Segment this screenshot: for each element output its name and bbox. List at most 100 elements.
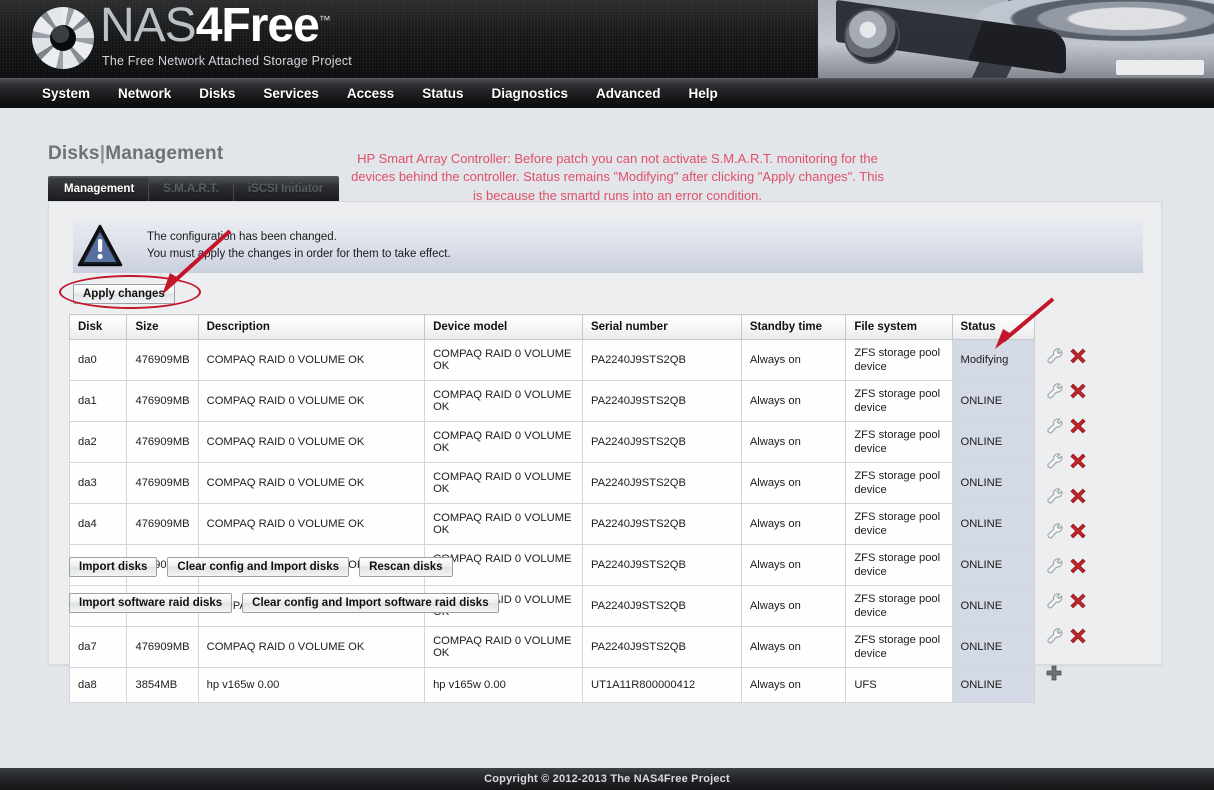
page-footer: Copyright © 2012-2013 The NAS4Free Proje… (0, 768, 1214, 790)
wrench-icon[interactable] (1045, 347, 1063, 365)
tab-iscsi-initiator[interactable]: iSCSI Initiator (234, 178, 337, 201)
red-x-icon[interactable] (1069, 522, 1087, 540)
cell-file-system: UFS (846, 668, 952, 703)
cell-standby-time: Always on (741, 668, 846, 703)
wrench-icon[interactable] (1045, 487, 1063, 505)
red-x-icon[interactable] (1069, 452, 1087, 470)
menu-item-system[interactable]: System (28, 79, 104, 109)
import-software-raid-disks-button[interactable]: Import software raid disks (69, 593, 232, 613)
col-header-description: Description (198, 315, 424, 340)
cell-serial-number: PA2240J9STS2QB (582, 545, 741, 586)
cell-standby-time: Always on (741, 586, 846, 627)
warning-triangle-glyph (77, 223, 123, 269)
red-x-icon[interactable] (1069, 487, 1087, 505)
tab-management[interactable]: Management (50, 178, 149, 201)
page-body: Disks|Management HP Smart Array Controll… (0, 108, 1214, 768)
cell-file-system: ZFS storage pool device (846, 504, 952, 545)
alert-line-2: You must apply the changes in order for … (147, 246, 451, 263)
row-action-icons (1037, 373, 1093, 408)
cell-disk: da4 (70, 504, 127, 545)
cell-standby-time: Always on (741, 340, 846, 381)
red-x-icon[interactable] (1069, 627, 1087, 645)
import-disks-button[interactable]: Import disks (69, 557, 157, 577)
menu-item-help[interactable]: Help (675, 79, 732, 109)
cell-serial-number: PA2240J9STS2QB (582, 422, 741, 463)
wrench-icon[interactable] (1045, 522, 1063, 540)
red-x-icon[interactable] (1069, 417, 1087, 435)
row-action-icons (1037, 618, 1093, 653)
wrench-icon[interactable] (1045, 452, 1063, 470)
disks-table: Disk Size Description Device model Seria… (69, 314, 1035, 703)
wrench-icon[interactable] (1045, 627, 1063, 645)
cell-file-system: ZFS storage pool device (846, 545, 952, 586)
table-row: da2476909MBCOMPAQ RAID 0 VOLUME OKCOMPAQ… (70, 422, 1035, 463)
col-header-serial-number: Serial number (582, 315, 741, 340)
disks-table-body: da0476909MBCOMPAQ RAID 0 VOLUME OKCOMPAQ… (70, 340, 1035, 703)
cell-status: ONLINE (952, 422, 1035, 463)
row-action-icons (1037, 478, 1093, 513)
nas4free-admin-page: NAS4Free™ The Free Network Attached Stor… (0, 0, 1214, 790)
hdd-label-highlight (1116, 60, 1204, 75)
cell-size: 476909MB (127, 463, 198, 504)
brand-logo[interactable]: NAS4Free™ The Free Network Attached Stor… (32, 0, 352, 78)
clear-config-import-disks-button[interactable]: Clear config and Import disks (167, 557, 349, 577)
cell-status: ONLINE (952, 627, 1035, 668)
main-menu-bar: System Network Disks Services Access Sta… (0, 78, 1214, 108)
brand-tagline: The Free Network Attached Storage Projec… (100, 55, 352, 68)
cell-serial-number: PA2240J9STS2QB (582, 340, 741, 381)
cell-disk: da1 (70, 381, 127, 422)
cell-serial-number: PA2240J9STS2QB (582, 463, 741, 504)
cell-status: ONLINE (952, 504, 1035, 545)
cell-file-system: ZFS storage pool device (846, 340, 952, 381)
cell-description: COMPAQ RAID 0 VOLUME OK (198, 381, 424, 422)
row-action-icons (1037, 408, 1093, 443)
menu-item-disks[interactable]: Disks (185, 79, 249, 109)
row-action-icons (1037, 443, 1093, 478)
import-button-row-2: Import software raid disks Clear config … (69, 593, 499, 613)
cell-serial-number: PA2240J9STS2QB (582, 504, 741, 545)
wrench-icon[interactable] (1045, 592, 1063, 610)
cell-serial-number: PA2240J9STS2QB (582, 627, 741, 668)
menu-item-network[interactable]: Network (104, 79, 185, 109)
cell-description: COMPAQ RAID 0 VOLUME OK (198, 504, 424, 545)
red-x-icon[interactable] (1069, 347, 1087, 365)
tab-bar: Management S.M.A.R.T. iSCSI Initiator (48, 176, 339, 201)
page-title-page: Management (105, 143, 223, 164)
cell-status: ONLINE (952, 586, 1035, 627)
red-x-icon[interactable] (1069, 557, 1087, 575)
nas4free-disc-logo-icon (32, 7, 94, 69)
menu-item-diagnostics[interactable]: Diagnostics (477, 79, 582, 109)
table-row: da7476909MBCOMPAQ RAID 0 VOLUME OKCOMPAQ… (70, 627, 1035, 668)
apply-changes-button[interactable]: Apply changes (73, 284, 175, 304)
menu-item-services[interactable]: Services (249, 79, 333, 109)
cell-serial-number: PA2240J9STS2QB (582, 586, 741, 627)
cell-standby-time: Always on (741, 504, 846, 545)
red-x-icon[interactable] (1069, 592, 1087, 610)
cell-file-system: ZFS storage pool device (846, 586, 952, 627)
col-header-status: Status (952, 315, 1035, 340)
cell-size: 476909MB (127, 627, 198, 668)
cell-file-system: ZFS storage pool device (846, 627, 952, 668)
config-changed-alert: The configuration has been changed. You … (73, 219, 1143, 273)
add-row-icon-wrapper (1037, 655, 1093, 690)
cell-disk: da0 (70, 340, 127, 381)
red-x-icon[interactable] (1069, 382, 1087, 400)
plus-icon[interactable] (1045, 664, 1063, 682)
cell-file-system: ZFS storage pool device (846, 463, 952, 504)
trademark-symbol: ™ (319, 13, 330, 27)
row-action-icons (1037, 583, 1093, 618)
hdd-spindle (844, 8, 900, 64)
cell-standby-time: Always on (741, 627, 846, 668)
row-action-icons (1037, 513, 1093, 548)
wrench-icon[interactable] (1045, 417, 1063, 435)
cell-status: ONLINE (952, 381, 1035, 422)
menu-item-status[interactable]: Status (408, 79, 477, 109)
rescan-disks-button[interactable]: Rescan disks (359, 557, 453, 577)
tab-smart[interactable]: S.M.A.R.T. (149, 178, 234, 201)
menu-item-access[interactable]: Access (333, 79, 408, 109)
clear-config-import-software-raid-disks-button[interactable]: Clear config and Import software raid di… (242, 593, 498, 613)
wrench-icon[interactable] (1045, 382, 1063, 400)
wrench-icon[interactable] (1045, 557, 1063, 575)
menu-item-advanced[interactable]: Advanced (582, 79, 675, 109)
cell-description: COMPAQ RAID 0 VOLUME OK (198, 463, 424, 504)
